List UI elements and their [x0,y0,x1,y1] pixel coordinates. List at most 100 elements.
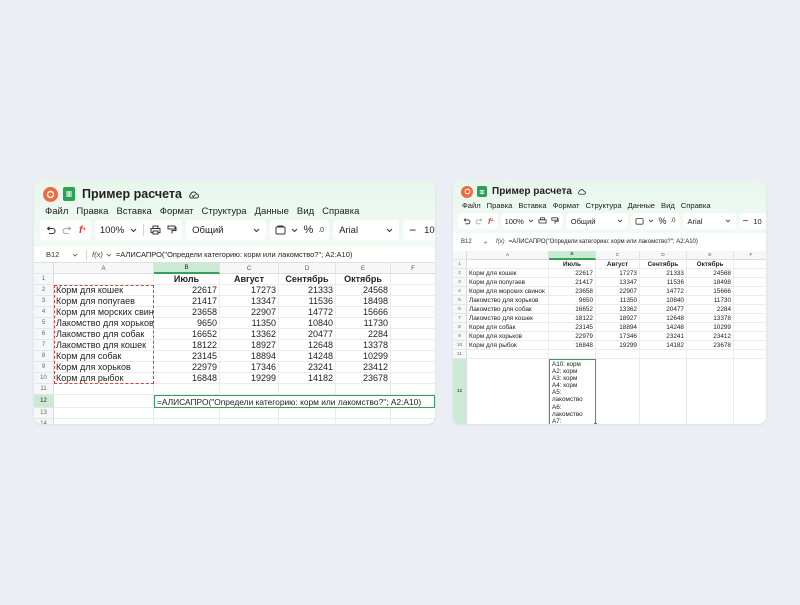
cell-c3[interactable]: 13347 [220,296,279,307]
cell-c4[interactable]: 22907 [220,307,279,318]
cell-c8[interactable]: 18894 [596,323,640,332]
decrease-decimal-icon[interactable]: .0 [670,218,675,224]
cell-c10[interactable]: 19299 [596,341,640,350]
cell-d1[interactable]: Сентябрь [640,260,687,269]
cell-d11[interactable] [279,384,336,395]
cell-b6[interactable]: 16652 [549,305,596,314]
menu-format[interactable]: Формат [160,206,194,217]
undo-icon[interactable] [462,217,471,225]
cell-e10[interactable]: 23678 [336,373,391,384]
row-header-10[interactable]: 10 [453,341,467,350]
font-size-value[interactable]: 10 [424,225,435,236]
cell-a7[interactable]: Лакомство для кошек [467,314,549,323]
column-header-b[interactable]: B [549,251,596,260]
cell-d3[interactable]: 11536 [279,296,336,307]
cell-b1[interactable]: Июль [154,274,220,285]
cell-f10[interactable] [391,373,435,384]
document-title[interactable]: Пример расчета [492,186,572,197]
cell-f7[interactable] [391,340,435,351]
chevron-down-icon[interactable] [617,219,623,223]
cell-d2[interactable]: 21333 [279,285,336,296]
formula-input[interactable]: =АЛИСАПРО("Определи категорию: корм или … [116,250,353,259]
row-header-2[interactable]: 2 [453,269,467,278]
column-header-c[interactable]: C [596,251,640,260]
cell-a13[interactable] [54,408,154,419]
row-header-9[interactable]: 9 [453,332,467,341]
cell-a6[interactable]: Лакомство для собак [467,305,549,314]
fill-handle[interactable] [594,423,597,424]
row-header-12[interactable]: 12 [34,395,54,408]
cell-c2[interactable]: 17273 [596,269,640,278]
zoom-select[interactable]: 100% [505,217,524,226]
cell-c2[interactable]: 17273 [220,285,279,296]
cell-b8[interactable]: 23145 [549,323,596,332]
menu-help[interactable]: Справка [681,201,711,210]
select-all-corner[interactable] [453,251,467,260]
row-header-7[interactable]: 7 [34,340,54,351]
cell-e6[interactable]: 2284 [687,305,734,314]
cell-f12[interactable] [734,359,766,424]
cell-c5[interactable]: 11350 [220,318,279,329]
cell-f8[interactable] [391,351,435,362]
select-all-corner[interactable] [34,263,54,274]
cell-a14[interactable] [54,419,154,424]
app-logo-icon[interactable] [43,186,58,202]
row-header-3[interactable]: 3 [453,278,467,287]
cell-a5[interactable]: Лакомство для хорьков [54,318,154,329]
cell-b11[interactable] [154,384,220,395]
cell-c3[interactable]: 13347 [596,278,640,287]
cell-b7[interactable]: 18122 [154,340,220,351]
cell-b3[interactable]: 21417 [154,296,220,307]
menu-insert[interactable]: Вставка [518,201,546,210]
cell-d6[interactable]: 20477 [279,329,336,340]
cell-d12[interactable] [640,359,687,424]
menu-file[interactable]: Файл [45,206,68,217]
cell-f9[interactable] [734,332,766,341]
cell-a1[interactable] [54,274,154,285]
column-header-a[interactable]: A [54,263,154,274]
cell-f11[interactable] [734,350,766,359]
cell-c6[interactable]: 13362 [596,305,640,314]
cell-e4[interactable]: 15666 [687,287,734,296]
cell-f5[interactable] [734,296,766,305]
row-header-11[interactable]: 11 [34,384,54,395]
cell-d5[interactable]: 10840 [279,318,336,329]
cell-d7[interactable]: 12648 [640,314,687,323]
cell-d9[interactable]: 23241 [279,362,336,373]
row-header-14[interactable]: 14 [34,419,54,424]
cell-c5[interactable]: 11350 [596,296,640,305]
cell-a12[interactable] [54,395,154,408]
cell-a5[interactable]: Лакомство для хорьков [467,296,549,305]
column-header-b[interactable]: B [154,263,220,274]
cell-d14[interactable] [279,419,336,424]
cell-c6[interactable]: 13362 [220,329,279,340]
cell-a10[interactable]: Корм для рыбок [54,373,154,384]
cell-f2[interactable] [391,285,435,296]
row-header-1[interactable]: 1 [453,260,467,269]
cell-d4[interactable]: 14772 [279,307,336,318]
column-header-f[interactable]: F [391,263,435,274]
font-select[interactable]: Arial [339,225,358,236]
column-header-d[interactable]: D [279,263,336,274]
cell-e6[interactable]: 2284 [336,329,391,340]
cell-d8[interactable]: 14248 [279,351,336,362]
formula-input[interactable]: =АЛИСАПРО("Определи категорию: корм или … [509,239,698,245]
cell-c8[interactable]: 18894 [220,351,279,362]
chevron-down-icon[interactable] [528,219,534,223]
row-header-6[interactable]: 6 [453,305,467,314]
cell-a11[interactable] [467,350,549,359]
row-header-10[interactable]: 10 [34,373,54,384]
row-header-1[interactable]: 1 [34,274,54,285]
redo-icon[interactable] [62,225,73,235]
cell-f8[interactable] [734,323,766,332]
cell-e3[interactable]: 18498 [336,296,391,307]
cell-f2[interactable] [734,269,766,278]
cell-e8[interactable]: 10299 [687,323,734,332]
cell-d6[interactable]: 20477 [640,305,687,314]
cell-c11[interactable] [596,350,640,359]
redo-icon[interactable] [475,217,484,225]
cell-c14[interactable] [220,419,279,424]
cell-a1[interactable] [467,260,549,269]
menu-edit[interactable]: Правка [487,201,513,210]
cell-b10[interactable]: 16848 [549,341,596,350]
